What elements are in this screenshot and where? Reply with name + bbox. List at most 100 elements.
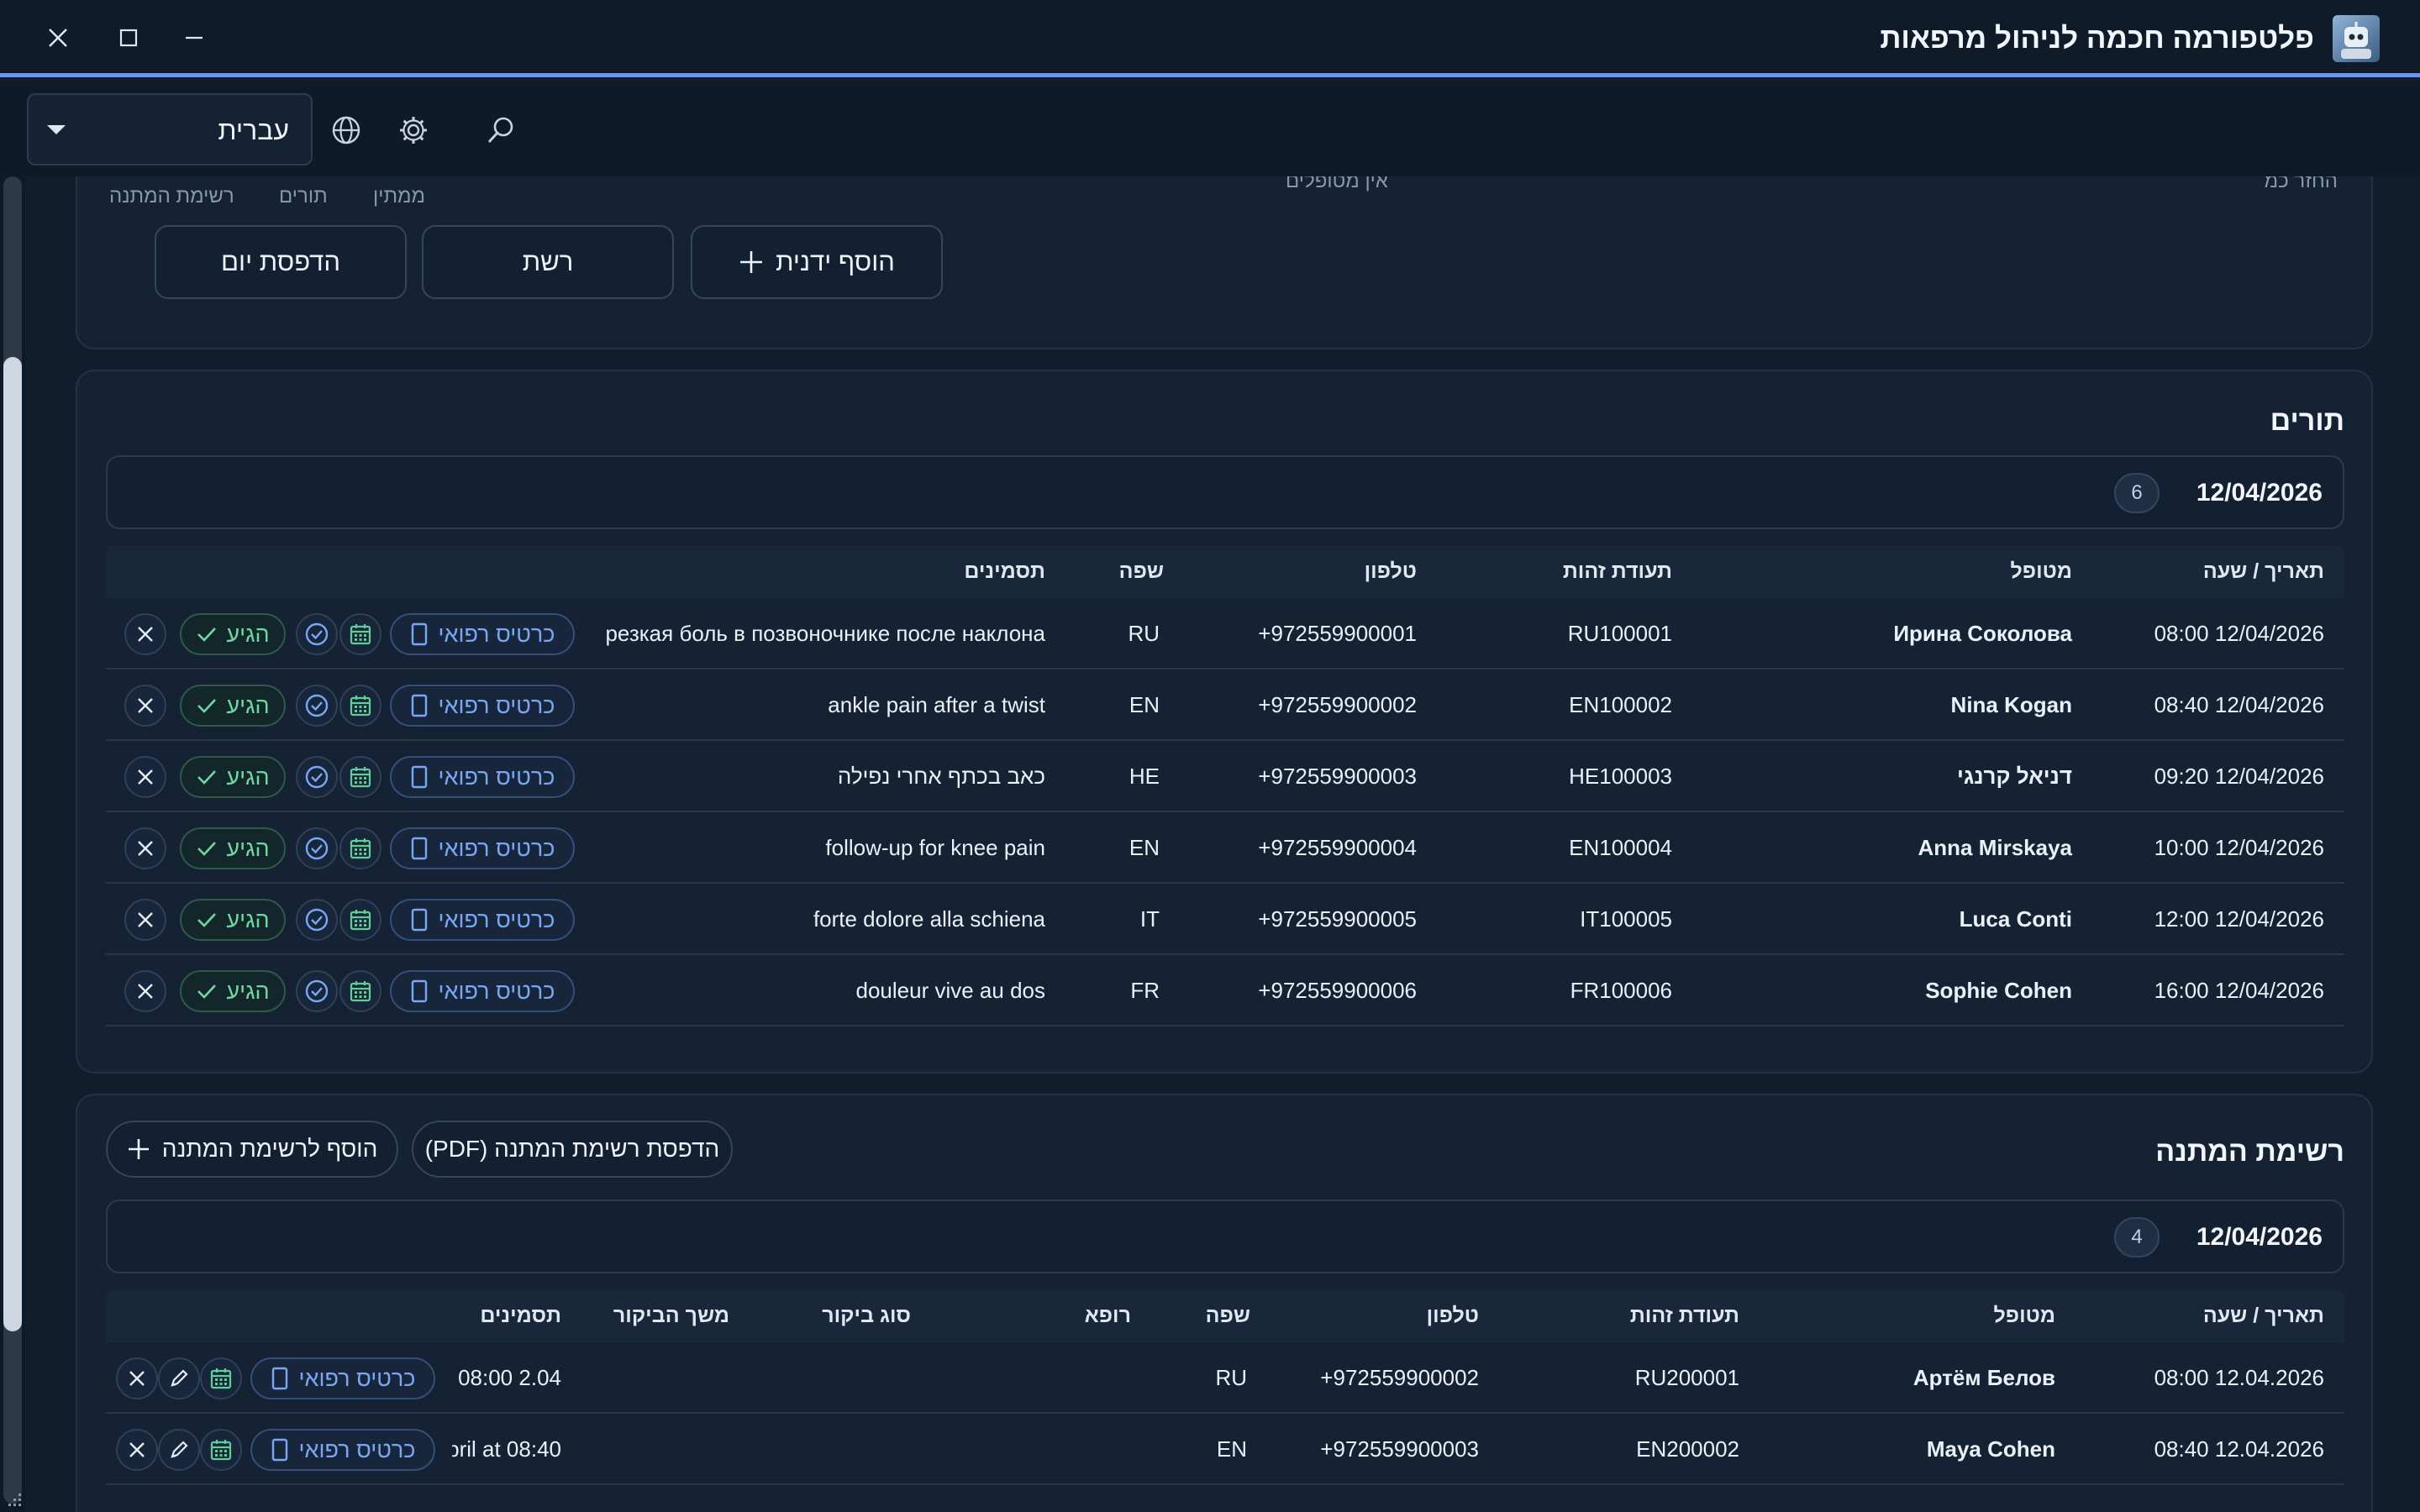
empty-message: אין מטופלים (1286, 176, 1388, 192)
arrived-button[interactable]: הגיע (180, 899, 286, 941)
confirm-button[interactable] (296, 685, 338, 727)
table-row[interactable]: 08:40 12.04.2026 Maya Cohen EN200002 +97255… (106, 1414, 2344, 1485)
schedule-button[interactable] (339, 613, 381, 655)
maximize-window-button[interactable] (108, 18, 150, 57)
edit-button[interactable] (158, 1429, 200, 1471)
cancel-button[interactable] (124, 613, 166, 655)
medical-card-button[interactable]: כרטיס רפואי (250, 1357, 435, 1399)
table-row[interactable]: 09:20 12/04/2026 דניאל קרנגי HE100003 +9725… (106, 741, 2344, 812)
check-circle-icon (305, 837, 329, 860)
manual-add-button[interactable]: הוסף ידנית (691, 225, 943, 299)
edit-button[interactable] (158, 1357, 200, 1399)
appointments-count-badge: 6 (2114, 473, 2160, 513)
medical-card-button[interactable]: כרטיס רפואי (390, 613, 575, 655)
arrived-label: הגיע (226, 835, 270, 861)
table-row[interactable]: 16:00 12/04/2026 Sophie Cohen FR100006 +972… (106, 955, 2344, 1026)
check-circle-icon (305, 622, 329, 646)
table-row[interactable]: 10:00 12/04/2026 Anna Mirskaya EN100004 +97… (106, 812, 2344, 884)
close-icon (129, 1371, 145, 1386)
col-id-number: תעודת זהות (1629, 1304, 1739, 1327)
language-select[interactable]: עברית (27, 93, 313, 165)
vertical-scrollbar[interactable] (0, 176, 25, 1512)
calendar-icon (350, 696, 371, 717)
schedule-button[interactable] (339, 899, 381, 941)
search-button[interactable] (484, 113, 518, 147)
schedule-button[interactable] (339, 970, 381, 1012)
medical-card-label: כרטיס רפואי (438, 621, 555, 647)
table-row[interactable]: 08:00 12/04/2026 Ирина Соколова RU100001 +9… (106, 598, 2344, 669)
confirm-button[interactable] (296, 613, 338, 655)
cell-phone: +972559900006 (1258, 978, 1417, 1003)
cancel-button[interactable] (124, 685, 166, 727)
card-icon (271, 1438, 287, 1462)
cell-id-number: IT100005 (1580, 906, 1672, 932)
table-row[interactable]: 08:00 12.04.2026 Артём Белов RU200001 +9725… (106, 1342, 2344, 1414)
remove-button[interactable] (116, 1357, 158, 1399)
confirm-button[interactable] (296, 827, 338, 869)
cell-datetime: 10:00 12/04/2026 (2154, 835, 2324, 860)
arrived-button[interactable]: הגיע (180, 613, 286, 655)
minimize-window-button[interactable] (173, 18, 215, 57)
cell-id-number: EN200002 (1636, 1436, 1739, 1462)
medical-card-button[interactable]: כרטיס רפואי (390, 970, 575, 1012)
cell-language: HE (1128, 764, 1160, 789)
print-waitlist-pdf-button[interactable]: הדפסת רשימת המתנה (PDF) (412, 1121, 733, 1178)
schedule-button[interactable] (200, 1357, 242, 1399)
col-datetime: תאריך / שעה (2202, 1304, 2324, 1327)
medical-card-button[interactable]: כרטיס רפואי (390, 685, 575, 727)
confirm-button[interactable] (296, 756, 338, 798)
arrived-label: הגיע (226, 906, 270, 932)
net-button[interactable]: רשת (422, 225, 674, 299)
schedule-button[interactable] (339, 827, 381, 869)
arrived-button[interactable]: הגיע (180, 970, 286, 1012)
check-icon (197, 770, 217, 785)
card-icon (411, 622, 427, 646)
medical-card-button[interactable]: כרטיס רפואי (390, 899, 575, 941)
cancel-button[interactable] (124, 970, 166, 1012)
close-icon (138, 698, 153, 713)
medical-card-button[interactable]: כרטיס רפואי (390, 827, 575, 869)
cell-phone: +972559900002 (1320, 1365, 1479, 1390)
arrived-button[interactable]: הגיע (180, 685, 286, 727)
cell-phone: +972559900003 (1320, 1436, 1479, 1462)
cell-language: IT (1139, 906, 1160, 932)
print-day-button[interactable]: הדפסת יום (155, 225, 407, 299)
schedule-button[interactable] (339, 756, 381, 798)
medical-card-label: כרטיס רפואי (438, 835, 555, 861)
confirm-button[interactable] (296, 970, 338, 1012)
globe-button[interactable] (329, 113, 363, 147)
settings-button[interactable] (397, 113, 430, 147)
arrived-label: הגיע (226, 978, 270, 1004)
legend-appointments: תורים (279, 185, 328, 207)
cell-datetime: 08:40 12.04.2026 (2154, 1436, 2324, 1462)
remove-button[interactable] (116, 1429, 158, 1471)
plus-icon (740, 251, 763, 273)
medical-card-button[interactable]: כרטיס רפואי (390, 756, 575, 798)
app-logo (2333, 15, 2380, 62)
medical-card-button[interactable]: כרטיס רפואי (250, 1429, 435, 1471)
cancel-button[interactable] (124, 899, 166, 941)
cell-patient: Артём Белов (1912, 1365, 2055, 1390)
cancel-button[interactable] (124, 756, 166, 798)
close-icon (138, 841, 153, 856)
check-icon (197, 984, 217, 999)
waitlist-date-bar[interactable]: 12/04/2026 4 (106, 1200, 2344, 1273)
appointments-date: 12/04/2026 (2196, 479, 2323, 507)
table-row[interactable]: 12:00 12/04/2026 Luca Conti IT100005 +97255… (106, 884, 2344, 955)
schedule-button[interactable] (339, 685, 381, 727)
confirm-button[interactable] (296, 899, 338, 941)
close-window-button[interactable] (37, 18, 79, 57)
col-language: שפה (1205, 1304, 1250, 1327)
col-patient: מטופל (2010, 559, 2073, 583)
scrollbar-thumb[interactable] (3, 357, 22, 1331)
add-to-waitlist-button[interactable]: הוסף לרשימת המתנה (106, 1121, 398, 1178)
schedule-button[interactable] (200, 1429, 242, 1471)
cell-phone: +972559900005 (1258, 906, 1417, 932)
arrived-button[interactable]: הגיע (180, 827, 286, 869)
table-row[interactable]: 08:40 12/04/2026 Nina Kogan EN100002 +97255… (106, 669, 2344, 741)
cancel-button[interactable] (124, 827, 166, 869)
appointments-date-bar[interactable]: 12/04/2026 6 (106, 455, 2344, 529)
cell-symptoms: резкая боль в позвоночнике после наклона (605, 621, 1045, 646)
resize-grip-icon[interactable] (3, 1488, 24, 1509)
arrived-button[interactable]: הגיע (180, 756, 286, 798)
